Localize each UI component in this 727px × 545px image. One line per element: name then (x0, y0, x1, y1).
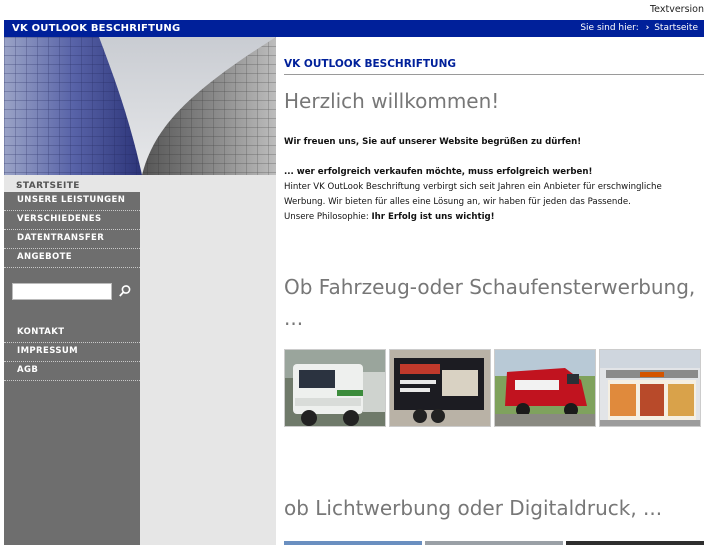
site-brand: VK OUTLOOK BESCHRIFTUNG (12, 23, 181, 34)
gallery-image-light-1[interactable] (284, 541, 422, 545)
textversion-link[interactable]: Textversion (650, 4, 704, 15)
breadcrumb-startseite-link[interactable]: Startseite (654, 23, 698, 33)
nav-item-angebote[interactable]: ANGEBOTE (4, 249, 140, 268)
section-title: VK OUTLOOK BESCHRIFTUNG (284, 58, 704, 75)
intro-paragraph: ... wer erfolgreich verkaufen möchte, mu… (284, 165, 662, 225)
nav-item-agb[interactable]: AGB (4, 362, 140, 381)
top-utility-bar: Textversion (0, 0, 727, 20)
gallery-image-truck[interactable] (284, 349, 386, 427)
nav-label-startseite: STARTSEITE (16, 181, 80, 191)
nav-item-datentransfer[interactable]: DATENTRANSFER (4, 230, 140, 249)
nav-item-kontakt[interactable]: KONTAKT (4, 324, 140, 343)
nav-item-unsere-leistungen[interactable]: UNSERE LEISTUNGEN (4, 192, 140, 211)
chevron-right-icon: › (645, 23, 650, 33)
nav-item-impressum[interactable]: IMPRESSUM (4, 343, 140, 362)
slogan-text: ... wer erfolgreich verkaufen möchte, mu… (284, 167, 593, 177)
section-heading-lichtwerbung: ob Lichtwerbung oder Digitaldruck, ... (284, 496, 663, 520)
page-heading: Herzlich willkommen! (284, 89, 500, 113)
breadcrumb: Sie sind hier: › Startseite (580, 23, 698, 33)
philosophy-bold: Ihr Erfolg ist uns wichtig! (371, 212, 495, 222)
nav-item-verschiedenes[interactable]: VERSCHIEDENES (4, 211, 140, 230)
section-heading-fahrzeug: Ob Fahrzeug-oder Schaufensterwerbung, ..… (284, 275, 696, 330)
breadcrumb-prefix: Sie sind hier: (580, 23, 639, 33)
main-nav: UNSERE LEISTUNGEN VERSCHIEDENES DATENTRA… (4, 192, 140, 268)
nav-item-startseite[interactable]: › STARTSEITE (4, 175, 276, 192)
gallery-image-trailer[interactable] (389, 349, 491, 427)
image-gallery-fahrzeug (284, 349, 704, 427)
image-gallery-lichtwerbung (284, 541, 704, 545)
intro-line-1: Hinter VK OutLook Beschriftung verbirgt … (284, 182, 662, 192)
secondary-nav: KONTAKT IMPRESSUM AGB (4, 324, 140, 381)
welcome-text: Wir freuen uns, Sie auf unserer Website … (284, 137, 582, 147)
search-input[interactable] (12, 283, 112, 300)
hero-architecture-image (4, 37, 276, 175)
intro-line-2: Werbung. Wir bieten für alles eine Lösun… (284, 197, 631, 207)
header-bar: VK OUTLOOK BESCHRIFTUNG Sie sind hier: ›… (4, 20, 704, 37)
philosophy-prefix: Unsere Philosophie: (284, 212, 372, 222)
philosophy-line: Unsere Philosophie: Ihr Erfolg ist uns w… (284, 210, 662, 225)
gallery-image-light-3[interactable] (566, 541, 704, 545)
gallery-image-shopfront[interactable] (599, 349, 701, 427)
gallery-image-van[interactable] (494, 349, 596, 427)
search-icon[interactable] (118, 284, 132, 298)
gallery-image-light-2[interactable] (425, 541, 563, 545)
